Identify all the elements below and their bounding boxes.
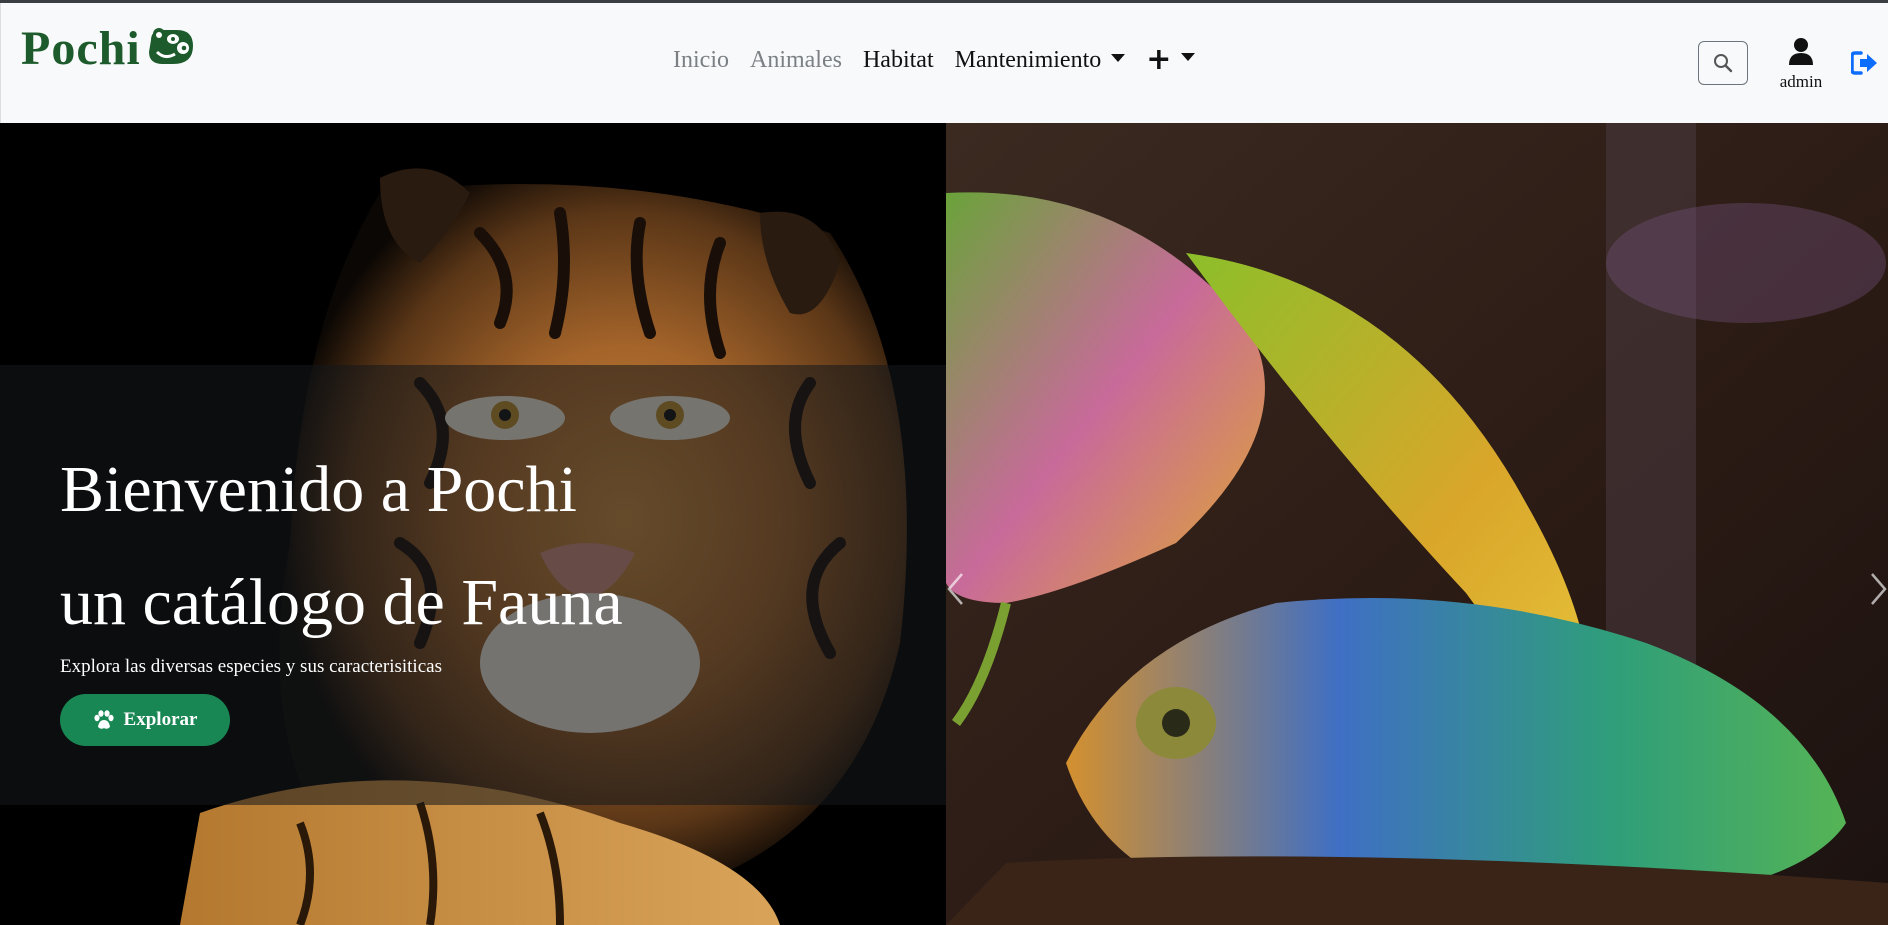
search-button[interactable] — [1698, 41, 1748, 85]
user-menu[interactable]: admin — [1773, 37, 1829, 92]
nav-inicio[interactable]: Inicio — [673, 47, 729, 74]
hero-carousel: Bienvenido a Pochi un catálogo de Fauna … — [0, 123, 1888, 925]
chevron-right-icon — [1871, 573, 1887, 605]
carousel-next-button[interactable] — [1862, 559, 1888, 619]
hero-title-line-1: Bienvenido a Pochi — [60, 453, 577, 526]
explore-button-label: Explorar — [123, 709, 198, 730]
navbar: Pochi Inicio Animales Habitat Mantenimie… — [0, 3, 1888, 123]
otter-logo-icon — [143, 26, 197, 73]
nav-mantenimiento-label: Mantenimiento — [954, 46, 1102, 73]
sign-out-icon — [1850, 51, 1877, 75]
logout-button[interactable] — [1850, 51, 1879, 80]
brand-logo[interactable]: Pochi — [21, 25, 197, 73]
caret-down-icon — [1111, 53, 1126, 62]
explore-button[interactable]: Explorar — [60, 694, 230, 746]
hero-title: Bienvenido a Pochi un catálogo de Fauna — [60, 433, 860, 659]
nav-mantenimiento-dropdown[interactable]: Mantenimiento — [955, 47, 1126, 74]
chameleon-image — [946, 123, 1888, 925]
user-icon — [1789, 38, 1813, 65]
brand-name: Pochi — [21, 22, 141, 75]
caret-down-icon — [1181, 53, 1196, 61]
plus-icon: + — [1146, 42, 1172, 77]
nav-animales[interactable]: Animales — [750, 47, 842, 74]
chevron-left-icon — [947, 573, 963, 605]
paw-icon — [93, 710, 114, 729]
search-icon — [1714, 54, 1733, 73]
nav-add-dropdown[interactable]: + — [1146, 42, 1196, 77]
nav-habitat[interactable]: Habitat — [863, 47, 934, 74]
username-label: admin — [1779, 72, 1823, 91]
main-nav: Inicio Animales Habitat Mantenimiento + — [673, 42, 1196, 77]
carousel-prev-button[interactable] — [946, 559, 976, 619]
hero-title-line-2: un catálogo de Fauna — [60, 566, 623, 639]
hero-subtitle: Explora las diversas especies y sus cara… — [60, 656, 442, 677]
